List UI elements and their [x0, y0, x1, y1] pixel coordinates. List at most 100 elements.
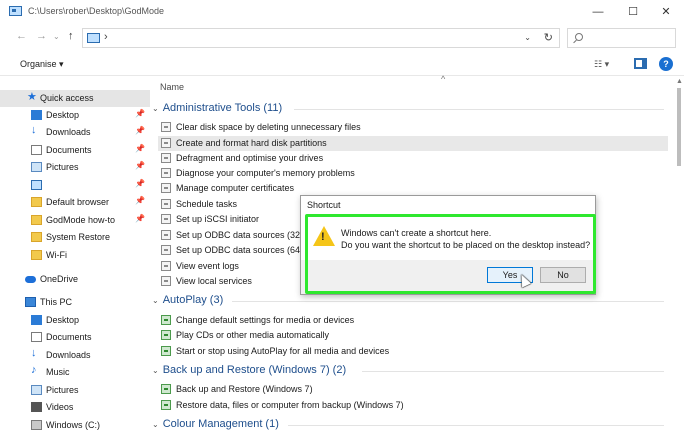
downloads-icon: ↓ [31, 124, 37, 136]
sidebar-item-default-browser[interactable]: Default browser 📌 [0, 194, 150, 211]
group-header-administrative-tools[interactable]: ⌄ Administrative Tools (11) [152, 102, 672, 116]
autoplay-icon [161, 330, 171, 340]
documents-icon [31, 145, 42, 155]
column-header-name[interactable]: Name [160, 82, 184, 92]
item-label: Clear disk space by deleting unnecessary… [176, 122, 361, 132]
sidebar-item-label: Downloads [46, 127, 91, 137]
item-label: Schedule tasks [176, 199, 238, 209]
sidebar-item-system-restore[interactable]: System Restore [0, 229, 150, 246]
pin-icon: 📌 [135, 144, 145, 153]
sidebar-item-quick-access[interactable]: ★ Quick access [0, 90, 150, 107]
sidebar-item-label: Downloads [46, 350, 91, 360]
window-title: C:\Users\rober\Desktop\GodMode [28, 6, 165, 16]
sidebar-item-pc-documents[interactable]: Documents [0, 329, 150, 346]
group-header-backup-restore[interactable]: ⌄ Back up and Restore (Windows 7) (2) [152, 364, 672, 378]
item-label: Set up iSCSI initiator [176, 214, 260, 224]
maximize-button[interactable]: ☐ [618, 3, 648, 21]
item-label: Defragment and optimise your drives [176, 153, 324, 163]
address-dropdown-icon[interactable]: ⌄ [524, 33, 531, 42]
sidebar-item-documents[interactable]: Documents 📌 [0, 142, 150, 159]
list-item[interactable]: Back up and Restore (Windows 7) [158, 382, 668, 397]
control-panel-item-icon [161, 276, 171, 286]
sidebar-item-pc-downloads[interactable]: ↓ Downloads [0, 347, 150, 364]
item-label: Diagnose your computer's memory problems [176, 168, 355, 178]
drive-icon [31, 420, 42, 430]
pictures-icon [31, 385, 42, 395]
pin-icon: 📌 [135, 196, 145, 205]
group-title: Back up and Restore (Windows 7) (2) [162, 364, 347, 376]
title-bar: C:\Users\rober\Desktop\GodMode — ☐ ✕ [0, 0, 684, 24]
item-label: Manage computer certificates [176, 183, 295, 193]
chevron-down-icon: ⌄ [152, 104, 159, 113]
godmode-icon [87, 33, 100, 43]
view-options-button[interactable]: ☷ ▾ [594, 59, 609, 70]
sidebar-item-label: This PC [40, 297, 73, 307]
pin-icon: 📌 [135, 214, 145, 223]
control-panel-item-icon [161, 199, 171, 209]
star-icon: ★ [27, 91, 37, 103]
scroll-up-icon[interactable]: ▲ [676, 78, 683, 85]
breadcrumb-separator[interactable]: › [104, 31, 108, 43]
forward-button[interactable]: → [36, 30, 47, 42]
sidebar-item-pc-videos[interactable]: Videos [0, 399, 150, 416]
list-item[interactable]: Restore data, files or computer from bac… [158, 398, 668, 413]
control-panel-item-icon [161, 230, 171, 240]
sidebar-item-godmode[interactable]: 📌 [0, 177, 150, 194]
sidebar-item-pc-pictures[interactable]: Pictures [0, 382, 150, 399]
autoplay-icon [161, 346, 171, 356]
list-item[interactable]: Change default settings for media or dev… [158, 313, 668, 328]
refresh-button[interactable]: ↻ [544, 31, 553, 44]
group-divider [294, 109, 664, 110]
help-button[interactable]: ? [659, 57, 673, 71]
minimize-button[interactable]: — [583, 3, 613, 21]
list-item[interactable]: Create and format hard disk partitions [158, 136, 668, 151]
item-label: View event logs [176, 261, 239, 271]
sidebar-item-label: Desktop [46, 110, 80, 120]
sidebar-item-label: Quick access [40, 93, 94, 103]
item-label: View local services [176, 276, 252, 286]
sidebar-item-this-pc[interactable]: This PC [0, 294, 150, 311]
group-title: Administrative Tools (11) [162, 102, 283, 114]
search-icon [575, 33, 583, 41]
group-header-colour-management[interactable]: ⌄ Colour Management (1) [152, 418, 672, 432]
control-panel-item-icon [161, 122, 171, 132]
item-label: Restore data, files or computer from bac… [176, 400, 404, 410]
sidebar-item-onedrive[interactable]: OneDrive [0, 271, 150, 288]
list-item[interactable]: Start or stop using AutoPlay for all med… [158, 344, 668, 359]
group-header-autoplay[interactable]: ⌄ AutoPlay (3) [152, 294, 672, 308]
sidebar-item-pc-windows-c[interactable]: Windows (C:) [0, 417, 150, 434]
sidebar-item-label: Music [46, 367, 70, 377]
sidebar-item-pictures[interactable]: Pictures 📌 [0, 159, 150, 176]
recent-locations-button[interactable]: ⌄ [53, 32, 60, 41]
list-item[interactable]: Defragment and optimise your drives [158, 151, 668, 166]
sidebar-item-label: OneDrive [40, 274, 79, 284]
pin-icon: 📌 [135, 161, 145, 170]
list-item[interactable]: Play CDs or other media automatically [158, 328, 668, 343]
up-button[interactable]: ↑ [68, 30, 74, 42]
sort-indicator-icon: ^ [441, 74, 446, 84]
sidebar-item-pc-music[interactable]: ♪ Music [0, 364, 150, 381]
sidebar-item-pc-desktop[interactable]: Desktop [0, 312, 150, 329]
sidebar-item-wifi[interactable]: Wi-Fi [0, 247, 150, 264]
sidebar-item-desktop[interactable]: Desktop 📌 [0, 107, 150, 124]
sidebar-item-downloads[interactable]: ↓ Downloads 📌 [0, 124, 150, 141]
item-label: Change default settings for media or dev… [176, 315, 355, 325]
back-button[interactable]: ← [16, 30, 27, 42]
preview-pane-icon[interactable] [634, 58, 647, 69]
folder-icon [31, 215, 42, 225]
sidebar-item-label: Desktop [46, 315, 80, 325]
scroll-thumb[interactable] [677, 88, 681, 166]
item-label: Create and format hard disk partitions [176, 138, 327, 148]
vertical-scrollbar[interactable]: ▲ [674, 76, 684, 442]
list-item[interactable]: Diagnose your computer's memory problems [158, 166, 668, 181]
organise-button[interactable]: Organise ▾ [20, 59, 64, 70]
close-button[interactable]: ✕ [651, 3, 681, 21]
sidebar-item-godmode-how-to[interactable]: GodMode how-to 📌 [0, 212, 150, 229]
list-item[interactable]: Clear disk space by deleting unnecessary… [158, 120, 668, 135]
search-input[interactable] [567, 28, 676, 48]
list-item[interactable]: Manage computer certificates [158, 181, 668, 196]
command-bar: Organise ▾ ☷ ▾ ? [0, 52, 684, 76]
item-label: Start or stop using AutoPlay for all med… [176, 346, 390, 356]
address-field[interactable]: › ⌄ ↻ [82, 28, 560, 48]
group-title: AutoPlay (3) [162, 294, 224, 306]
